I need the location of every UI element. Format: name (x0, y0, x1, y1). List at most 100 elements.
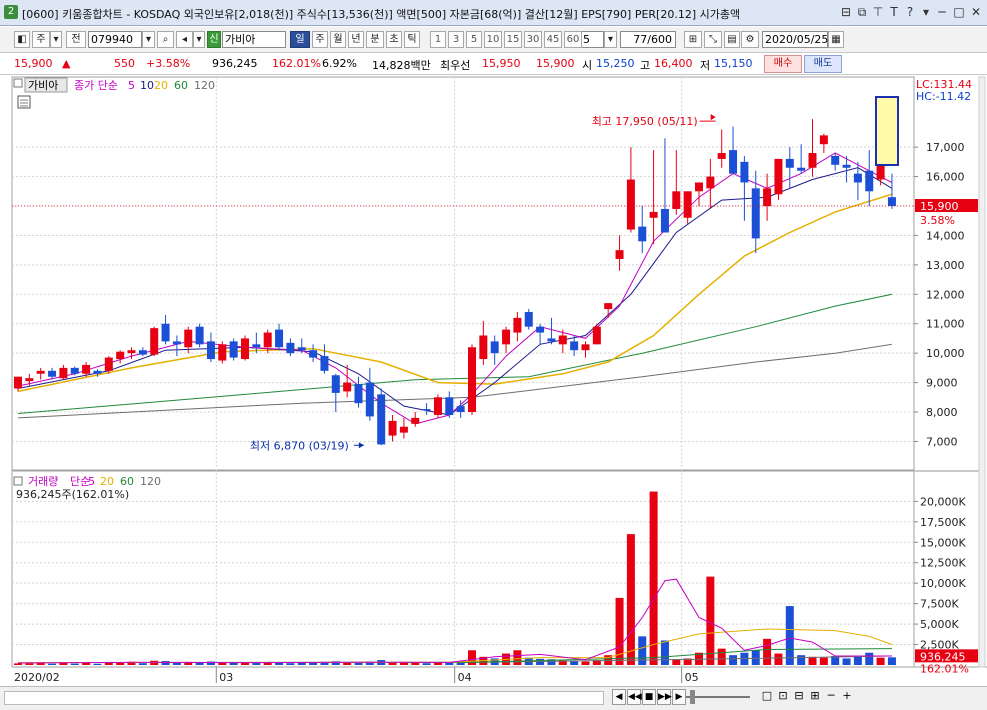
period-button-2[interactable]: 월 (330, 31, 346, 48)
code-dropdown-icon[interactable]: ▾ (142, 31, 155, 48)
volume-bar (70, 663, 79, 665)
type-select-button[interactable]: 주 (32, 31, 50, 48)
chart-area[interactable]: 7,000 8,000 9,000 10,000 11,000 12,000 13,000 1… (0, 75, 987, 685)
candle-body (717, 153, 726, 159)
minute-button-6[interactable]: 45 (544, 31, 562, 48)
prev-button[interactable]: 전 (66, 31, 86, 48)
period-button-4[interactable]: 분 (366, 31, 384, 48)
period-button-0[interactable]: 일 (290, 31, 310, 48)
candle-body (82, 364, 91, 374)
price-legend-ma-label: 종가 단순 (74, 79, 118, 92)
candle-body (14, 376, 22, 389)
candle-body (320, 356, 329, 371)
price-tick-label: 9,000 (926, 377, 958, 390)
candle (218, 341, 227, 364)
search-icon[interactable]: ⌕ (157, 31, 174, 48)
date-input[interactable]: 2020/05/25 (762, 31, 828, 48)
candle-body (615, 250, 624, 259)
candle-body (876, 164, 885, 180)
candle-body (774, 158, 783, 195)
window-options-icon[interactable]: ⊟ (838, 4, 854, 20)
candle-body (388, 420, 397, 436)
candle-body (36, 370, 45, 374)
close-icon[interactable]: ✕ (968, 4, 984, 20)
minute-button-4[interactable]: 15 (504, 31, 522, 48)
candle-body (729, 150, 738, 174)
volume-bar (763, 638, 772, 665)
text-mode-icon[interactable]: T (886, 4, 902, 20)
stock-name-field: 가비아 (222, 31, 286, 48)
minute-button-2[interactable]: 5 (466, 31, 482, 48)
minimize-icon[interactable]: ─ (934, 4, 950, 20)
minute-button-5[interactable]: 30 (524, 31, 542, 48)
period-button-5[interactable]: 초 (386, 31, 402, 48)
tool-measure-icon[interactable]: ⤡ (704, 31, 722, 48)
interval-input[interactable]: 5 (580, 31, 604, 48)
period-button-3[interactable]: 년 (348, 31, 364, 48)
minute-button-1[interactable]: 3 (448, 31, 464, 48)
volume-bar (422, 663, 431, 665)
volume-bar (865, 652, 874, 665)
x-tick-label: 2020/02 (14, 671, 60, 684)
nav-button-4[interactable]: ▶ (672, 689, 686, 705)
volume-bar (638, 636, 647, 665)
bottom-tool-icon-3[interactable]: ⊞ (808, 689, 822, 705)
trade-amount: 14,828백만 (372, 59, 431, 72)
volume-bar (445, 662, 454, 665)
interval-dropdown-icon[interactable]: ▾ (604, 31, 617, 48)
speaker-dropdown-icon[interactable]: ▾ (193, 31, 205, 48)
settings-gear-icon[interactable]: ⚙ (741, 31, 759, 48)
window-title: [0600] 키움종합차트 - KOSDAQ 외국인보유[2,018(천)] 주… (22, 6, 740, 22)
bottom-tool-icon-0[interactable]: □ (760, 689, 774, 705)
candle-body (263, 332, 272, 348)
minute-button-3[interactable]: 10 (484, 31, 502, 48)
type-dropdown-icon[interactable]: ▾ (50, 31, 62, 48)
minute-button-7[interactable]: 60 (564, 31, 582, 48)
candle-body (808, 153, 817, 168)
speaker-icon[interactable]: ◂ (176, 31, 193, 48)
pin-icon[interactable]: ⊤ (870, 4, 886, 20)
data-count-input[interactable]: 77/600 (620, 31, 676, 48)
buy-button[interactable]: 매수 (764, 55, 802, 73)
nav-button-3[interactable]: ▶▶ (657, 689, 672, 705)
best-quote-label: 최우선 (440, 59, 471, 72)
candle (377, 388, 386, 446)
zoom-slider-handle[interactable] (690, 690, 695, 704)
chart-svg[interactable]: 7,000 8,000 9,000 10,000 11,000 12,000 13,000 1… (0, 75, 987, 685)
help-icon[interactable]: ? (902, 4, 918, 20)
minute-button-0[interactable]: 1 (430, 31, 446, 48)
layout-icon[interactable]: ◧ (14, 31, 30, 48)
window-link-icon[interactable]: ⧉ (854, 4, 870, 20)
calendar-icon[interactable]: ▦ (828, 31, 844, 48)
volume-tick-label: 15,000K (920, 536, 966, 549)
period-button-1[interactable]: 주 (312, 31, 328, 48)
bottom-tool-icon-2[interactable]: ⊟ (792, 689, 806, 705)
history-scroll-track[interactable] (4, 691, 604, 705)
tool-cross-icon[interactable]: ⊞ (684, 31, 702, 48)
sell-button[interactable]: 매도 (804, 55, 842, 73)
candle-body (502, 329, 511, 345)
nav-button-0[interactable]: ◀ (612, 689, 626, 705)
bottom-tool-icon-5[interactable]: + (840, 689, 854, 705)
volume-bar (14, 663, 22, 665)
stock-code-input[interactable]: 079940 (88, 31, 142, 48)
period-button-6[interactable]: 틱 (404, 31, 420, 48)
volume-legend-value: 936,245주(162.01%) (16, 488, 129, 501)
volume-tick-label: 17,500K (920, 516, 966, 529)
high-price: 16,400 (654, 57, 693, 70)
candle-body (48, 370, 57, 377)
candle-body (490, 341, 499, 354)
volume-bar (275, 662, 284, 665)
candle-body (751, 188, 760, 239)
price-tick-label: 12,000 (926, 288, 965, 301)
nav-button-1[interactable]: ◀◀ (627, 689, 642, 705)
nav-button-2[interactable]: ■ (642, 689, 656, 705)
bottom-tool-icon-4[interactable]: ─ (824, 689, 838, 705)
dropdown-icon[interactable]: ▾ (918, 4, 934, 20)
maximize-icon[interactable]: □ (951, 4, 967, 20)
save-icon[interactable]: ▤ (724, 31, 740, 48)
candle-body (672, 191, 681, 209)
bottom-tool-icon-1[interactable]: ⊡ (776, 689, 790, 705)
volume-ratio: 162.01% (272, 57, 321, 70)
candle-body (399, 426, 408, 433)
